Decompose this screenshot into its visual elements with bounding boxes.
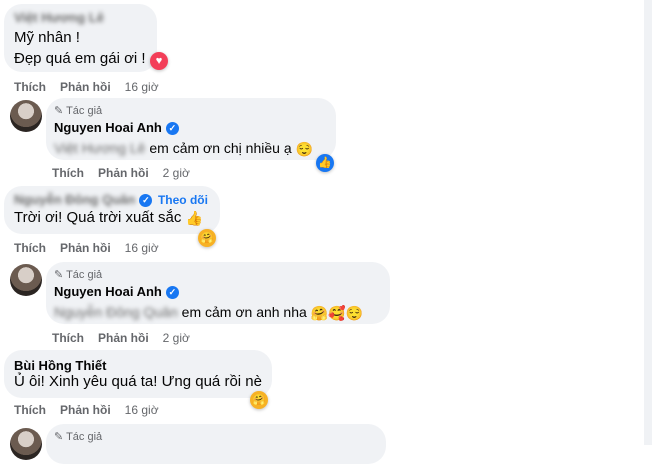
like-reaction-icon[interactable]: 👍	[316, 154, 334, 172]
author-badge-label: Tác giả	[66, 269, 103, 281]
comment-actions: Thích Phản hồi 2 giờ	[52, 331, 204, 345]
author-badge: ✎ Tác giả	[54, 104, 102, 117]
follow-button[interactable]: Theo dõi	[158, 193, 208, 207]
verified-badge-icon: ✓	[165, 286, 179, 300]
reply-button[interactable]: Phản hồi	[98, 166, 149, 180]
comment-text-line-2: Đẹp quá em gái ơi !	[14, 50, 146, 67]
comment-actions: Thích Phản hồi 16 giờ	[14, 80, 173, 94]
author-badge-label: Tác giả	[66, 105, 103, 117]
comment-actions: Thích Phản hồi 2 giờ	[52, 166, 204, 180]
scrollbar-track[interactable]	[644, 0, 652, 445]
verified-badge-icon: ✓	[165, 122, 179, 136]
avatar[interactable]	[10, 100, 42, 132]
hugging-face-icon: 🤗	[310, 305, 329, 322]
comment-text-content: em cảm ơn chị nhiều ạ	[149, 140, 292, 156]
comment-text-line-1: Mỹ nhân !	[14, 29, 80, 46]
care-reaction-icon[interactable]: 🤗	[250, 391, 268, 409]
comment-timestamp[interactable]: 16 giờ	[125, 403, 159, 417]
author-name-text: Nguyen Hoai Anh	[54, 120, 162, 135]
smiling-face-with-hearts-icon: 🥰	[328, 305, 346, 322]
heart-reaction-icon[interactable]: ♥	[150, 52, 168, 70]
comment-timestamp[interactable]: 16 giờ	[125, 80, 159, 94]
comment-text: Việt Hương Lê em cảm ơn chị nhiều ạ 😌	[54, 138, 313, 158]
like-button[interactable]: Thích	[14, 80, 46, 94]
relieved-face-icon: 😌	[295, 141, 313, 158]
care-reaction-icon[interactable]: 🤗	[198, 229, 216, 247]
relieved-face-icon: 😌	[345, 305, 363, 322]
thumbs-up-icon: 👍	[185, 210, 203, 227]
verified-badge-icon: ✓	[139, 194, 153, 208]
like-button[interactable]: Thích	[14, 241, 46, 255]
author-name-text: Nguyễn Đông Quân	[14, 192, 136, 207]
comment-text: Nguyễn Đông Quân em cảm ơn anh nha 🤗🥰😌	[54, 302, 363, 322]
like-button[interactable]: Thích	[52, 331, 84, 345]
comment-text-content: em cảm ơn anh nha	[181, 304, 307, 320]
author-badge-label: Tác giả	[66, 431, 103, 443]
comment-text-content: Trời ơi! Quá trời xuất sắc	[14, 209, 182, 226]
comment-author-name[interactable]: Nguyen Hoai Anh ✓	[54, 284, 179, 300]
reply-button[interactable]: Phản hồi	[60, 403, 111, 417]
like-button[interactable]: Thích	[52, 166, 84, 180]
comment-author-name[interactable]: Bùi Hồng Thiết	[14, 358, 106, 373]
pencil-icon: ✎	[54, 105, 64, 117]
comment-bubble: ✎ Tác giả Nguyen Hoai Anh ✓ Nguyễn Đông Q…	[46, 262, 390, 324]
comment-bubble: ✎ Tác giả	[46, 424, 386, 464]
comment-bubble: Nguyễn Đông Quân ✓ Theo dõi Trời ơi! Quá …	[4, 186, 220, 234]
comment-bubble: Bùi Hồng Thiết Ủ ôi! Xinh yêu quá ta! Ưn…	[4, 350, 272, 398]
comment-bubble: ✎ Tác giả Nguyen Hoai Anh ✓ Việt Hương Lê…	[46, 98, 336, 160]
author-badge: ✎ Tác giả	[54, 430, 102, 443]
reply-button[interactable]: Phản hồi	[98, 331, 149, 345]
comment-timestamp[interactable]: 2 giờ	[163, 166, 190, 180]
comment-actions: Thích Phản hồi 16 giờ	[14, 241, 173, 255]
comment-timestamp[interactable]: 2 giờ	[163, 331, 190, 345]
comment-timestamp[interactable]: 16 giờ	[125, 241, 159, 255]
comment-text: Ủ ôi! Xinh yêu quá ta! Ưng quá rồi nè	[14, 373, 262, 390]
pencil-icon: ✎	[54, 431, 64, 443]
comment-actions: Thích Phản hồi 16 giờ	[14, 403, 173, 417]
author-name-text: Nguyen Hoai Anh	[54, 284, 162, 299]
mention-tag[interactable]: Nguyễn Đông Quân	[54, 304, 178, 320]
avatar[interactable]	[10, 428, 42, 460]
comment-text: Trời ơi! Quá trời xuất sắc 👍	[14, 208, 203, 228]
reply-button[interactable]: Phản hồi	[60, 241, 111, 255]
mention-tag[interactable]: Việt Hương Lê	[54, 140, 145, 156]
pencil-icon: ✎	[54, 269, 64, 281]
reply-button[interactable]: Phản hồi	[60, 80, 111, 94]
comment-author-name[interactable]: Nguyen Hoai Anh ✓	[54, 120, 179, 136]
comment-author-name[interactable]: Nguyễn Đông Quân ✓ Theo dõi	[14, 192, 208, 208]
avatar[interactable]	[10, 264, 42, 296]
comment-author-name[interactable]: Việt Hương Lê	[14, 10, 104, 25]
like-button[interactable]: Thích	[14, 403, 46, 417]
author-badge: ✎ Tác giả	[54, 268, 102, 281]
comment-bubble: Việt Hương Lê Mỹ nhân ! Đẹp quá em gái ơ…	[4, 4, 157, 72]
